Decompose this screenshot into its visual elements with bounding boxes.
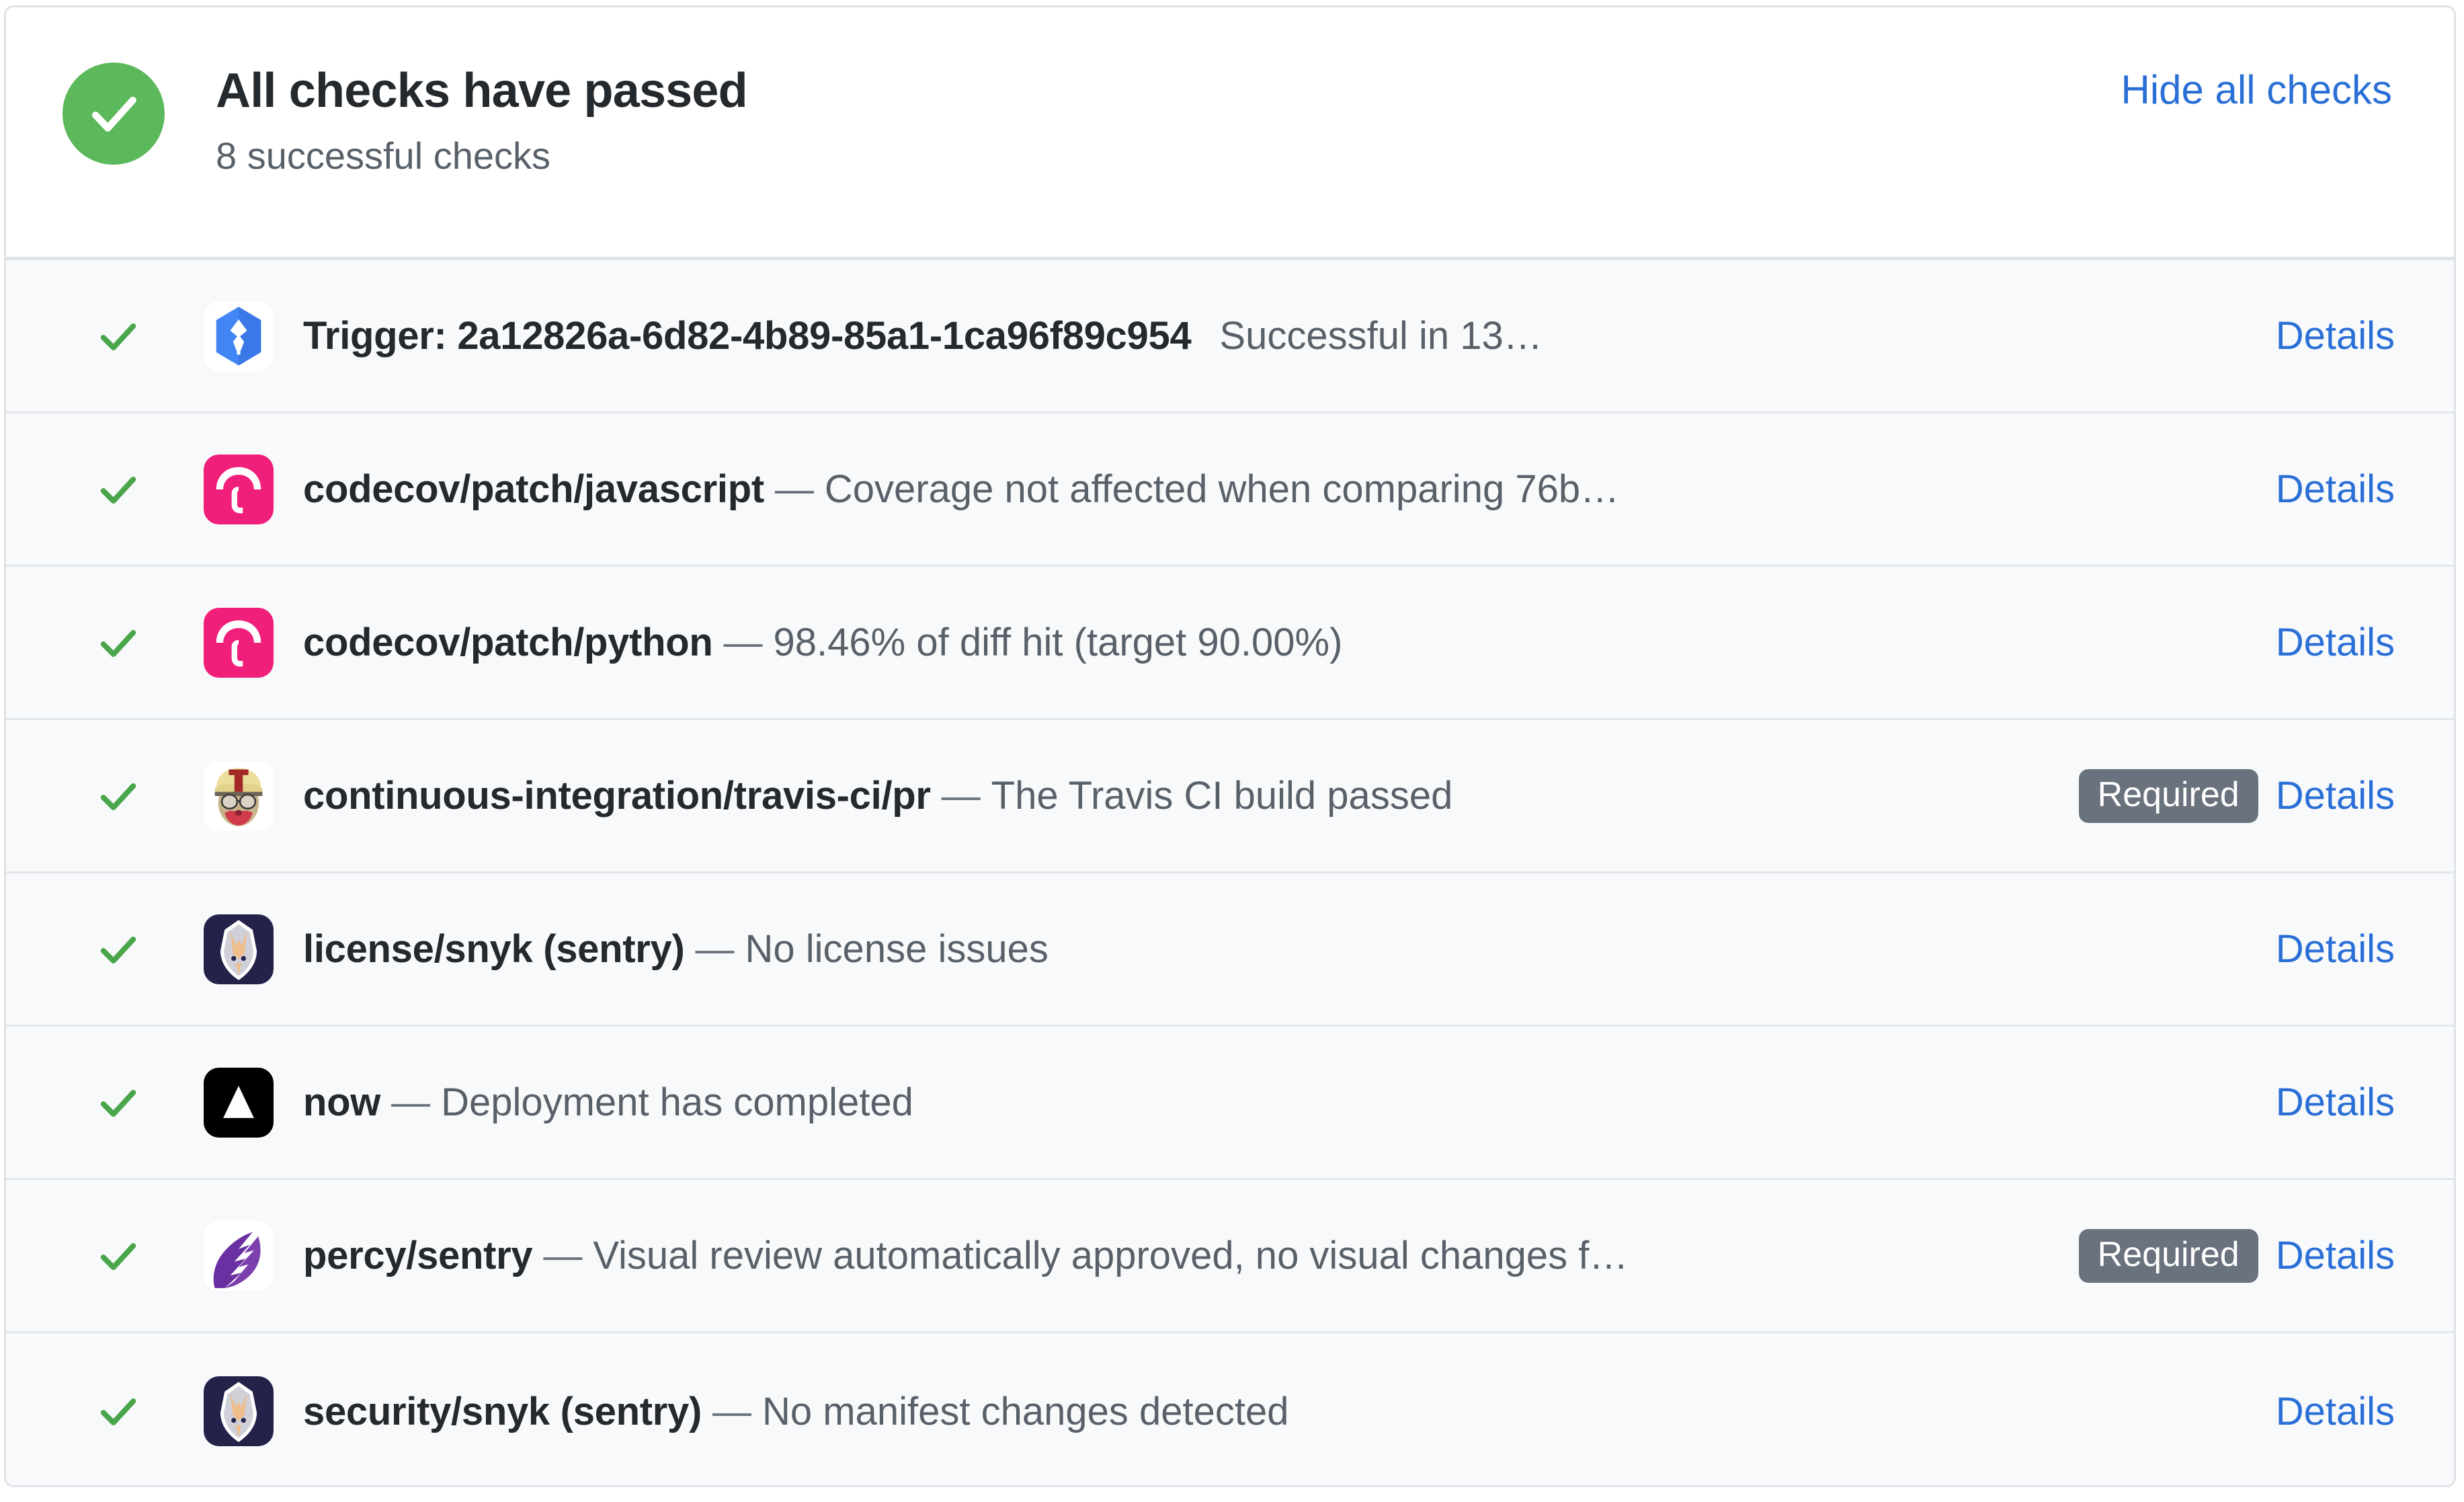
codecov-icon (204, 607, 274, 678)
check-icon (92, 469, 145, 510)
hide-all-checks-link[interactable]: Hide all checks (2121, 67, 2392, 113)
check-context-name: now (303, 1080, 381, 1124)
google-cloud-build-icon (204, 301, 274, 371)
check-circle-icon (63, 63, 165, 165)
check-row[interactable]: security/snyk (sentry) — No manifest chang… (6, 1333, 2454, 1485)
check-context-name: percy/sentry (303, 1234, 533, 1277)
check-icon (100, 476, 136, 504)
check-icon (100, 323, 136, 350)
check-icon (100, 1398, 136, 1426)
em-dash-separator: — (723, 621, 763, 664)
check-row-actions: Details (2276, 926, 2395, 972)
codecov-icon (204, 454, 274, 524)
details-link[interactable]: Details (2276, 1389, 2395, 1434)
check-description: Visual review automatically approved, no… (593, 1234, 1629, 1277)
check-icon (92, 1082, 145, 1123)
details-link[interactable]: Details (2276, 1233, 2395, 1278)
check-icon (92, 315, 145, 357)
snyk-icon (204, 914, 274, 984)
em-dash-separator: — (543, 1234, 583, 1277)
em-dash-separator: — (391, 1080, 431, 1124)
check-row[interactable]: Trigger: 2a12826a-6d82-4b89-85a1-1ca96f8… (6, 260, 2454, 413)
check-context-name: codecov/patch/javascript (303, 467, 764, 511)
now-vercel-icon (204, 1067, 274, 1138)
check-icon (100, 936, 136, 963)
check-context-name: continuous-integration/travis-ci/pr (303, 774, 931, 818)
checks-header-text: All checks have passed 8 successful chec… (216, 63, 2121, 176)
percy-icon (204, 1220, 274, 1291)
codecov-icon (204, 454, 274, 524)
travis-ci-icon (204, 760, 274, 831)
now-vercel-icon (204, 1067, 274, 1138)
check-row-body: license/snyk (sentry) — No license issues (303, 926, 2256, 972)
check-row-body: continuous-integration/travis-ci/pr — The … (303, 773, 2059, 818)
em-dash-separator: — (695, 927, 735, 971)
details-link[interactable]: Details (2276, 313, 2395, 358)
check-row-body: Trigger: 2a12826a-6d82-4b89-85a1-1ca96f8… (303, 313, 2256, 358)
page-title: All checks have passed (216, 64, 748, 118)
check-row-actions: Required Details (2078, 1228, 2395, 1283)
check-icon (92, 928, 145, 970)
check-row[interactable]: license/snyk (sentry) — No license issues D… (6, 873, 2454, 1027)
travis-ci-icon (204, 760, 274, 831)
check-row[interactable]: continuous-integration/travis-ci/pr — The … (6, 720, 2454, 873)
check-row[interactable]: codecov/patch/javascript — Coverage not af… (6, 413, 2454, 567)
percy-icon (204, 1220, 274, 1291)
details-link[interactable]: Details (2276, 1080, 2395, 1125)
check-icon (100, 1242, 136, 1270)
check-row-actions: Details (2276, 1080, 2395, 1125)
em-dash-separator: — (712, 1389, 751, 1433)
google-cloud-build-icon (204, 301, 274, 371)
check-description: No license issues (745, 927, 1049, 971)
details-link[interactable]: Details (2276, 467, 2395, 512)
check-description: The Travis CI build passed (991, 774, 1453, 818)
check-row-body: codecov/patch/javascript — Coverage not af… (303, 467, 2256, 512)
details-link[interactable]: Details (2276, 926, 2395, 972)
check-row-actions: Details (2276, 1389, 2395, 1434)
details-link[interactable]: Details (2276, 620, 2395, 665)
check-icon (92, 1390, 145, 1432)
check-row[interactable]: now — Deployment has completed Details (6, 1027, 2454, 1180)
check-icon (92, 622, 145, 664)
required-badge: Required (2078, 768, 2258, 823)
checks-header: All checks have passed 8 successful chec… (6, 7, 2454, 260)
check-description: 98.46% of diff hit (target 90.00%) (773, 621, 1343, 664)
check-context-name: security/snyk (sentry) (303, 1389, 702, 1433)
checks-list: Trigger: 2a12826a-6d82-4b89-85a1-1ca96f8… (6, 260, 2454, 1485)
check-context-name: license/snyk (sentry) (303, 927, 685, 971)
check-row-actions: Details (2276, 313, 2395, 358)
check-row-body: percy/sentry — Visual review automatically… (303, 1233, 2059, 1278)
check-icon (92, 1235, 145, 1277)
check-row-body: codecov/patch/python —98.46% of diff hit … (303, 620, 2256, 665)
check-description: Deployment has completed (441, 1080, 913, 1124)
check-description: Coverage not affected when comparing 76b… (824, 467, 1620, 511)
em-dash-separator: — (941, 774, 981, 818)
check-row-actions: Required Details (2078, 768, 2395, 823)
check-icon (100, 783, 136, 810)
codecov-icon (204, 607, 274, 678)
check-row-actions: Details (2276, 620, 2395, 665)
check-row-actions: Details (2276, 467, 2395, 512)
em-dash-separator: — (774, 467, 814, 511)
check-icon (100, 629, 136, 657)
details-link[interactable]: Details (2276, 773, 2395, 818)
check-context-name: Trigger: 2a12826a-6d82-4b89-85a1-1ca96f8… (303, 314, 1192, 358)
check-context-name: codecov/patch/python (303, 621, 713, 664)
check-row[interactable]: codecov/patch/python —98.46% of diff hit … (6, 567, 2454, 720)
snyk-icon (204, 1376, 274, 1446)
check-row[interactable]: percy/sentry — Visual review automatically… (6, 1180, 2454, 1333)
check-description: Successful in 13… (1219, 314, 1543, 358)
check-icon (92, 775, 145, 817)
snyk-icon (204, 1376, 274, 1446)
check-description: No manifest changes detected (762, 1389, 1289, 1433)
checks-panel: All checks have passed 8 successful chec… (4, 5, 2456, 1487)
required-badge: Required (2078, 1228, 2258, 1283)
checks-summary: 8 successful checks (216, 134, 550, 177)
check-row-body: security/snyk (sentry) — No manifest chang… (303, 1389, 2256, 1434)
check-row-body: now — Deployment has completed (303, 1080, 2256, 1125)
check-icon (100, 1089, 136, 1117)
snyk-icon (204, 914, 274, 984)
